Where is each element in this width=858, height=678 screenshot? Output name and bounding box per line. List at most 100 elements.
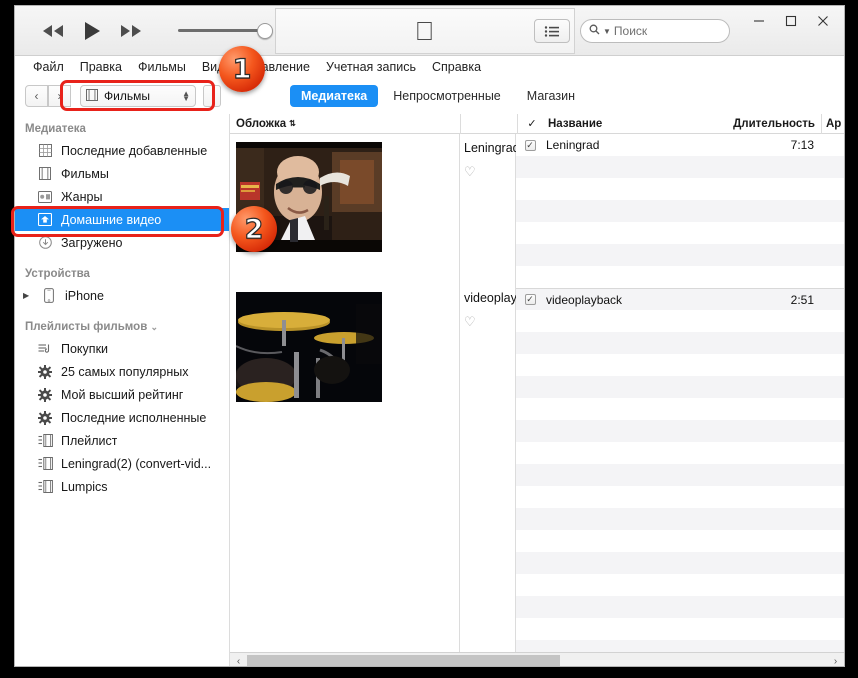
column-header-check[interactable]: ✓ — [518, 117, 546, 130]
table-row[interactable]: ✓ Leningrad 7:13 — [516, 134, 844, 156]
lcd-display:  — [274, 7, 575, 54]
checkbox-checked-icon[interactable]: ✓ — [524, 139, 536, 151]
scrollbar-track[interactable] — [247, 652, 827, 666]
tab-store[interactable]: Магазин — [516, 85, 586, 107]
table-row[interactable] — [516, 618, 844, 640]
list-view-icon[interactable] — [534, 19, 570, 43]
scrollbar-thumb[interactable] — [247, 654, 561, 666]
sidebar-item-movies[interactable]: Фильмы — [15, 162, 229, 185]
search-dropdown-chevron-icon[interactable]: ▼ — [603, 27, 611, 36]
videoplayback-thumbnail[interactable] — [236, 292, 382, 402]
sort-arrow-icon[interactable]: ⇅ — [289, 119, 296, 128]
sidebar-item-home-videos[interactable]: Домашние видео — [15, 208, 229, 231]
sidebar-item-my-top-rated[interactable]: Мой высший рейтинг — [15, 383, 229, 406]
chevron-down-icon[interactable]: ⌄ — [150, 322, 158, 332]
sidebar-item-recently-added[interactable]: Последние добавленные — [15, 139, 229, 162]
sidebar-item-iphone[interactable]: ▶ iPhone — [15, 284, 229, 307]
table-row[interactable] — [516, 332, 844, 354]
close-button[interactable] — [808, 10, 838, 32]
minimize-button[interactable] — [744, 10, 774, 32]
table-row[interactable] — [516, 420, 844, 442]
table-row[interactable] — [516, 486, 844, 508]
menu-item-file[interactable]: Файл — [25, 60, 72, 74]
column-header-artwork[interactable]: Обложка ⇅ — [230, 118, 460, 130]
content-pane: Обложка ⇅ ✓ Название Длительность Ар Len… — [230, 113, 844, 667]
rewind-icon[interactable] — [40, 23, 66, 39]
row-checkbox[interactable]: ✓ — [516, 139, 544, 151]
sidebar-item-label: Загружено — [61, 235, 123, 250]
sidebar-section-playlists-title[interactable]: Плейлисты фильмов ⌄ — [15, 307, 229, 337]
column-header-name[interactable]: Название — [546, 118, 729, 130]
playlist-icon — [37, 457, 53, 471]
tab-library[interactable]: Медиатека — [290, 85, 379, 107]
menu-item-account[interactable]: Учетная запись — [318, 60, 424, 74]
menu-item-edit[interactable]: Правка — [72, 60, 130, 74]
search-placeholder: Поиск — [613, 24, 648, 38]
volume-slider[interactable] — [178, 22, 273, 40]
scroll-left-arrow[interactable]: ‹ — [230, 656, 247, 667]
downloaded-icon — [37, 236, 53, 250]
table-row[interactable] — [516, 640, 844, 652]
table-row[interactable] — [516, 530, 844, 552]
table-row[interactable] — [516, 200, 844, 222]
table-row[interactable] — [516, 574, 844, 596]
sidebar-item-label: Плейлист — [61, 433, 118, 448]
heart-icon[interactable]: ♡ — [464, 164, 476, 180]
forward-button[interactable]: › — [48, 85, 71, 107]
menu-item-movies[interactable]: Фильмы — [130, 60, 194, 74]
table-row[interactable] — [516, 222, 844, 244]
search-icon — [589, 22, 600, 40]
table-row[interactable] — [516, 398, 844, 420]
column-header-artist[interactable]: Ар — [822, 118, 844, 130]
screenshot-root:  ▼ Поиск — [0, 0, 858, 678]
sidebar-item-genres[interactable]: Жанры — [15, 185, 229, 208]
sidebar-item-recently-played[interactable]: Последние исполненные — [15, 406, 229, 429]
fast-forward-icon[interactable] — [118, 23, 144, 39]
sidebar-item-lumpics[interactable]: Lumpics — [15, 475, 229, 498]
sidebar-item-label: Последние исполненные — [61, 410, 207, 425]
maximize-button[interactable] — [776, 10, 806, 32]
table-row[interactable] — [516, 266, 844, 288]
sidebar-item-label: Жанры — [61, 189, 103, 204]
artwork-cell[interactable] — [236, 292, 382, 402]
play-icon[interactable] — [82, 20, 102, 42]
table-row[interactable] — [516, 354, 844, 376]
column-header-duration[interactable]: Длительность — [729, 118, 821, 130]
sidebar-item-downloaded[interactable]: Загружено — [15, 231, 229, 254]
extra-toolbar-button[interactable] — [203, 85, 221, 107]
gear-icon — [37, 364, 53, 379]
table-row[interactable] — [516, 596, 844, 618]
disclosure-triangle-icon[interactable]: ▶ — [23, 291, 33, 300]
tab-unwatched[interactable]: Непросмотренные — [382, 85, 512, 107]
volume-slider-knob[interactable] — [257, 22, 273, 39]
chevron-updown-icon[interactable]: ▲ ▼ — [182, 90, 190, 103]
window-controls — [744, 10, 838, 32]
table-row[interactable] — [516, 376, 844, 398]
sidebar-item-leningrad2[interactable]: Leningrad(2) (convert-vid... — [15, 452, 229, 475]
back-button[interactable]: ‹ — [25, 85, 48, 107]
table-row[interactable] — [516, 508, 844, 530]
toolbar-right-controls: ▼ Поиск — [534, 6, 844, 56]
table-row[interactable] — [516, 552, 844, 574]
media-kind-select[interactable]: Фильмы ▲ ▼ — [80, 85, 196, 107]
scroll-right-arrow[interactable]: › — [827, 656, 844, 667]
row-checkbox[interactable]: ✓ — [516, 294, 544, 305]
horizontal-scrollbar[interactable]: ‹ › — [230, 652, 844, 667]
sidebar-item-top25[interactable]: 25 самых популярных — [15, 360, 229, 383]
heart-icon[interactable]: ♡ — [464, 314, 476, 330]
table-row[interactable] — [516, 442, 844, 464]
checkbox-checked-icon[interactable]: ✓ — [524, 294, 536, 305]
table-row[interactable] — [516, 464, 844, 486]
table-row[interactable] — [516, 178, 844, 200]
menu-item-help[interactable]: Справка — [424, 60, 489, 74]
table-row[interactable] — [516, 156, 844, 178]
sidebar-item-playlist[interactable]: Плейлист — [15, 429, 229, 452]
player-toolbar:  ▼ Поиск — [15, 6, 844, 56]
sidebar-item-purchases[interactable]: Покупки — [15, 337, 229, 360]
search-input[interactable]: ▼ Поиск — [580, 19, 730, 43]
table-row[interactable] — [516, 310, 844, 332]
sidebar-item-label: Домашние видео — [61, 212, 162, 227]
table-row[interactable]: ✓ videoplayback 2:51 — [516, 288, 844, 310]
table-row[interactable] — [516, 244, 844, 266]
column-divider[interactable] — [460, 113, 461, 134]
